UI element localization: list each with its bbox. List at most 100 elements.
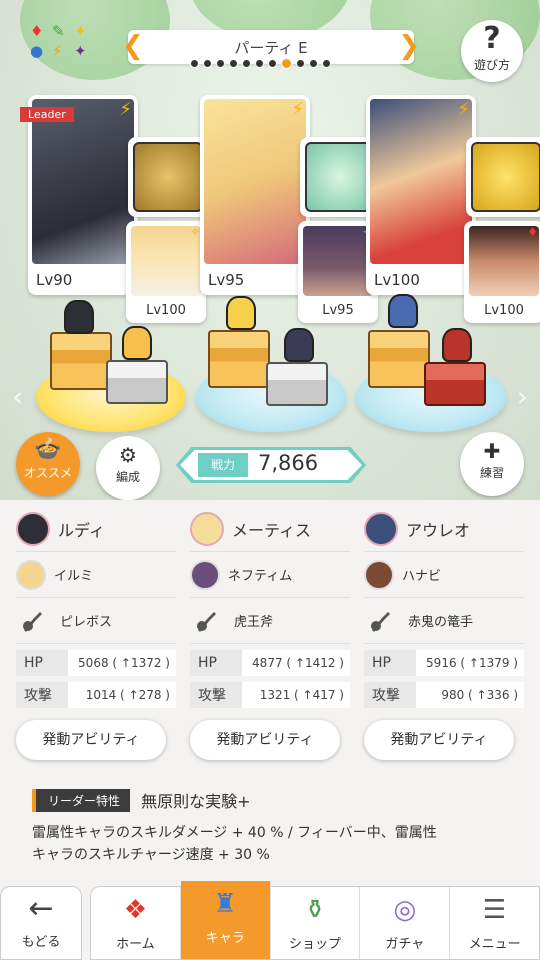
weapon-icon [23,611,42,632]
tab-shop[interactable]: ⚱ ショップ [271,887,361,959]
attack-value: 1321 ( ↑417 ) [242,682,350,708]
main-character-card[interactable]: ⚡ Lv95 [200,95,310,295]
practice-label: 練習 [479,466,504,480]
hp-label: HP [372,655,391,671]
team-slot-3[interactable]: ⚡ Lv100 ♦ Lv100 [366,95,540,325]
party-page-dot[interactable] [255,59,264,68]
leader-trait: リーダー特性 無原則な実験+ 雷属性キャラのスキルダメージ + 40 % / フ… [32,788,522,866]
main-character-card[interactable]: ⚡ Lv90 [28,95,138,295]
weapon-icon [371,611,390,632]
sub-character-row[interactable]: ハナビ [364,552,524,598]
party-page-dot[interactable] [296,59,305,68]
main-level: Lv95 [208,271,245,289]
main-character-row[interactable]: ルディ [16,506,176,552]
main-character-row[interactable]: メーティス [190,506,350,552]
attack-label: 攻撃 [372,688,400,704]
light-element-icon: ✧ [189,225,200,239]
avatar [190,511,224,546]
party-page-dot[interactable] [281,58,292,69]
team-3-info: アウレオ ハナビ 赤鬼の篭手 HP 5916 ( ↑1379 ) 攻撃 980 … [364,506,524,708]
sub-character-name: ハナビ [402,569,442,584]
character-portrait [370,99,472,264]
weapon-row[interactable]: ピレボス [16,598,176,644]
back-button[interactable]: ← もどる [0,886,82,960]
sub-character-row[interactable]: イルミ [16,552,176,598]
hp-label: HP [198,655,217,671]
sub-character-row[interactable]: ネフティム [190,552,350,598]
hp-stat: HP 5068 ( ↑1372 ) [16,650,176,676]
wind-element-icon: ✎ [52,22,65,40]
team-slot-2[interactable]: ⚡ Lv95 ✧ Lv95 [200,95,380,325]
dark-element-icon: ✦ [74,42,87,60]
ability-button[interactable]: 発動アビリティ [364,720,514,760]
thunder-element-icon: ⚡ [119,99,132,120]
party-title: パーティ E [234,39,308,57]
cake-block [368,330,430,388]
weapon-name: 虎王斧 [234,615,274,630]
formation-button[interactable]: ⚙ 編成 [96,436,160,500]
tab-home[interactable]: ❖ ホーム [91,887,181,959]
book-weapon-icon [133,142,203,212]
shop-icon: ⚱ [304,895,326,925]
leader-trait-description: 雷属性キャラのスキルダメージ + 40 % / フィーバー中、雷属性 キャラのス… [32,822,522,866]
back-label: もどる [21,935,61,950]
avatar [190,559,220,590]
equipment-card[interactable] [128,137,208,217]
fire-element-icon: ♦ [527,225,538,239]
character-sprite [226,296,256,330]
tab-label: キャラ [205,931,245,946]
ability-button[interactable]: 発動アビリティ [190,720,340,760]
attack-label: 攻撃 [24,688,52,704]
character-sprite [64,300,94,334]
party-page-dot[interactable] [190,59,199,68]
avatar [16,511,50,546]
avatar [364,559,394,590]
chara-icon: ♜ [213,889,237,919]
next-party-button[interactable]: ❯ [398,32,420,60]
tab-menu[interactable]: ☰ メニュー [450,887,539,959]
tab-gacha[interactable]: ◎ ガチャ [360,887,451,959]
formation-label: 編成 [115,470,140,484]
hp-value: 4877 ( ↑1412 ) [242,650,350,676]
hp-stat: HP 5916 ( ↑1379 ) [364,650,524,676]
hp-stat: HP 4877 ( ↑1412 ) [190,650,350,676]
practice-button[interactable]: ✚ 練習 [460,432,524,496]
weapon-row[interactable]: 虎王斧 [190,598,350,644]
main-character-card[interactable]: ⚡ Lv100 [366,95,476,295]
help-button[interactable]: ? 遊び方 [461,20,523,82]
tab-label: メニュー [468,937,521,952]
team-1-info: ルディ イルミ ピレボス HP 5068 ( ↑1372 ) 攻撃 1014 (… [16,506,176,708]
recommend-button[interactable]: 🍲 オススメ [16,432,80,496]
character-sprite [388,294,418,328]
leader-badge: Leader [20,107,74,122]
tab-chara[interactable]: ♜ キャラ [180,881,271,959]
team-slot-1[interactable]: ⚡ Lv90 Leader ✧ Lv100 [20,95,208,325]
power-display: 戦力 7,866 [176,447,366,483]
scroll-right-icon[interactable]: › [517,380,528,413]
sub-character-name: ネフティム [228,569,293,584]
power-label: 戦力 [198,453,248,477]
main-character-row[interactable]: アウレオ [364,506,524,552]
party-page-dot[interactable] [229,59,238,68]
attack-value: 1014 ( ↑278 ) [68,682,176,708]
hp-label: HP [24,655,43,671]
party-page-dot[interactable] [216,59,225,68]
party-page-dot[interactable] [268,59,277,68]
home-icon: ❖ [123,895,148,925]
water-element-icon: ● [30,42,44,60]
scroll-left-icon[interactable]: ‹ [12,380,23,413]
party-page-dot[interactable] [322,59,331,68]
leader-trait-desc-line: キャラのスキルチャージ速度 + 30 % [32,847,270,863]
team-2-info: メーティス ネフティム 虎王斧 HP 4877 ( ↑1412 ) 攻撃 132… [190,506,350,708]
party-page-dot[interactable] [203,59,212,68]
hp-value: 5068 ( ↑1372 ) [68,650,176,676]
main-level: Lv100 [374,271,420,289]
avatar [364,511,398,546]
equipment-card[interactable] [466,137,540,217]
party-page-dot[interactable] [309,59,318,68]
ability-button[interactable]: 発動アビリティ [16,720,166,760]
element-filter-icon[interactable]: ♦ ✎ ✦ ● ⚡ ✦ [24,22,94,68]
party-page-dot[interactable] [242,59,251,68]
recommend-label: オススメ [23,466,72,480]
weapon-row[interactable]: 赤鬼の篭手 [364,598,524,644]
